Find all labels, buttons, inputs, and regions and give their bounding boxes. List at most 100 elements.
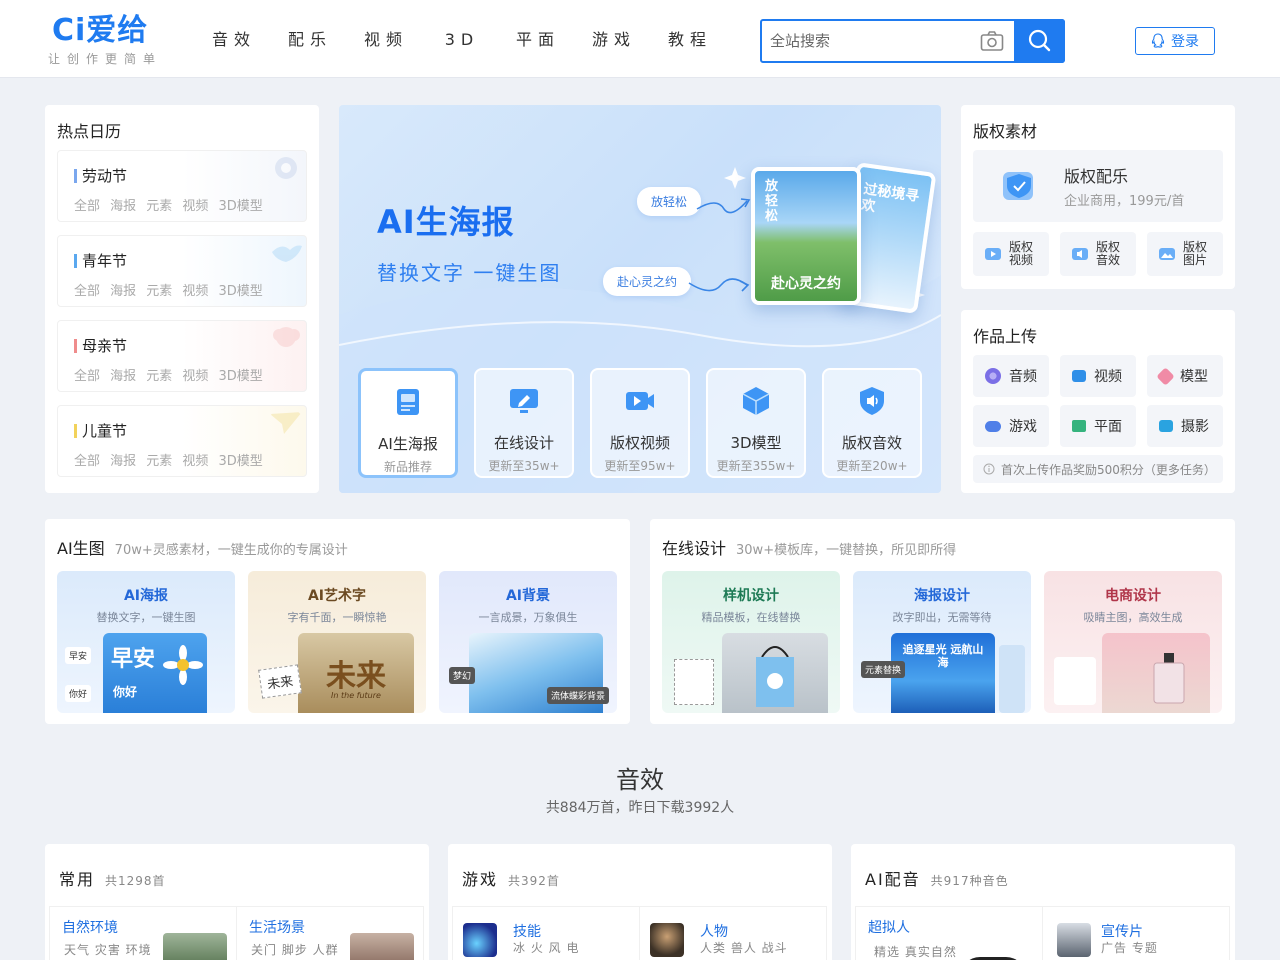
- copyright-music-link[interactable]: 版权配乐 企业商用，199元/首: [973, 150, 1223, 222]
- upload-notice[interactable]: 首次上传作品奖励500积分（更多任务）: [973, 455, 1223, 483]
- gamepad-icon: [985, 420, 1001, 432]
- nav-tutorial[interactable]: 教程: [652, 28, 728, 52]
- upload-model-button[interactable]: 模型: [1147, 355, 1223, 397]
- copyright-video-link[interactable]: 版权 视频: [973, 232, 1049, 276]
- category-hyper-real[interactable]: 超拟人 精选 真实自然: [855, 906, 1043, 960]
- calendar-item-tags[interactable]: 全部 海报 元素 视频 3D模型: [74, 450, 263, 469]
- tote-bag-icon: [756, 646, 794, 707]
- category-character[interactable]: 人物 人类 兽人 战斗: [639, 906, 827, 960]
- tile-image: 早安 你好: [103, 633, 207, 713]
- tile-tag: 你好: [65, 685, 92, 702]
- monitor-pen-icon: [510, 389, 538, 413]
- tile-tag: 流体蝶彩背景: [547, 687, 610, 704]
- poster-front-vertical-text: 放轻松: [765, 179, 779, 224]
- nav-graphic[interactable]: 平面: [500, 28, 576, 52]
- category-life[interactable]: 生活场景 关门 脚步 人群: [236, 906, 424, 960]
- calendar-item-labor-day[interactable]: 劳动节 全部 海报 元素 视频 3D模型: [57, 150, 307, 222]
- camera-icon[interactable]: [980, 30, 1004, 52]
- tile-ai-art-text[interactable]: AI艺术字 字有千面，一瞬惊艳 未来 In the future 未来: [248, 571, 426, 713]
- tile-tag: 早安: [65, 647, 92, 664]
- card-count: 共917种音色: [930, 874, 1009, 888]
- calendar-item-tags[interactable]: 全部 海报 元素 视频 3D模型: [74, 195, 263, 214]
- feature-copyright-video[interactable]: 版权视频 更新至95w+: [590, 368, 690, 478]
- calendar-item-childrens-day[interactable]: 儿童节 全部 海报 元素 视频 3D模型: [57, 405, 307, 477]
- feature-title: 版权音效: [841, 434, 902, 452]
- copyright-image-label: 版权 图片: [1183, 240, 1208, 267]
- tile-title: 电商设计: [1105, 588, 1161, 604]
- upload-audio-button[interactable]: 音频: [973, 355, 1049, 397]
- nav-game[interactable]: 游戏: [576, 28, 652, 52]
- ai-section-desc: 70w+灵感素材，一键生成你的专属设计: [114, 543, 348, 558]
- upload-game-button[interactable]: 游戏: [973, 405, 1049, 447]
- feature-3d-model[interactable]: 3D模型 更新至355w+: [706, 368, 806, 478]
- feature-title: 版权视频: [609, 434, 670, 452]
- search-button[interactable]: [1014, 19, 1065, 63]
- nav-sound[interactable]: 音效: [196, 28, 272, 52]
- tile-image-text: 未来: [326, 659, 386, 694]
- search-box: [760, 19, 1065, 63]
- upload-audio-label: 音频: [1009, 369, 1037, 385]
- hero-banner[interactable]: AI生海报 替换文字 一键生图 放轻松 赴心灵之约 过秘境寻欢 放轻松 赴心灵之…: [339, 105, 941, 493]
- video-icon: [985, 248, 1001, 260]
- feature-title: AI生海报: [378, 435, 438, 453]
- calendar-item-tags[interactable]: 全部 海报 元素 视频 3D模型: [74, 365, 263, 384]
- tile-image: 追逐星光 远航山海: [891, 633, 995, 713]
- search-input[interactable]: [770, 30, 970, 52]
- copyright-sound-link[interactable]: 版权 音效: [1060, 232, 1136, 276]
- tile-sticker: [674, 659, 714, 705]
- tile-image: [1102, 633, 1210, 713]
- ai-poster-icon: [397, 389, 419, 415]
- tile-mockup-design[interactable]: 样机设计 精品模板，在线替换: [662, 571, 840, 713]
- calendar-item-mothers-day[interactable]: 母亲节 全部 海报 元素 视频 3D模型: [57, 320, 307, 392]
- main-nav: 音效 配乐 视频 3D 平面 游戏 教程: [196, 28, 728, 52]
- tile-ai-background[interactable]: AI背景 一言成景，万象俱生 梦幻 流体蝶彩背景: [439, 571, 617, 713]
- feature-ai-poster[interactable]: AI生海报 新品推荐: [358, 368, 458, 478]
- poster-front-bottom-text: 赴心灵之约: [771, 276, 841, 292]
- nav-music[interactable]: 配乐: [272, 28, 348, 52]
- shield-sound-icon: [860, 387, 884, 415]
- category-nature[interactable]: 自然环境 天气 灾害 环境: [49, 906, 237, 960]
- nav-3d[interactable]: 3D: [424, 28, 500, 52]
- perfume-bottle-icon: [1153, 653, 1185, 704]
- site-logo[interactable]: Ci爱给 让创作更简单: [48, 14, 162, 67]
- calendar-item-youth-day[interactable]: 青年节 全部 海报 元素 视频 3D模型: [57, 235, 307, 307]
- tile-ai-poster[interactable]: AI海报 替换文字，一键生图 早安 你好 早安 你好: [57, 571, 235, 713]
- upload-video-label: 视频: [1094, 369, 1122, 385]
- category-thumbnail: [650, 923, 684, 957]
- tile-title: AI背景: [505, 588, 551, 604]
- top-header: Ci爱给 让创作更简单 音效 配乐 视频 3D 平面 游戏 教程 登录: [0, 0, 1280, 78]
- hot-calendar-title: 热点日历: [57, 122, 122, 141]
- feature-copyright-sound[interactable]: 版权音效 更新至20w+: [822, 368, 922, 478]
- upload-photo-button[interactable]: 摄影: [1147, 405, 1223, 447]
- category-thumbnail: [163, 933, 227, 960]
- category-desc: 人类 兽人 战斗: [700, 941, 788, 955]
- category-skill[interactable]: 技能 冰 火 风 电: [452, 906, 640, 960]
- feature-title: 3D模型: [730, 434, 782, 452]
- tile-sub: 一言成景，万象俱生: [478, 611, 578, 624]
- feature-online-design[interactable]: 在线设计 更新至35w+: [474, 368, 574, 478]
- upload-card: 作品上传 音频 视频 模型 游戏 平面 摄影 首次上传作品奖励500积分（更多任…: [961, 310, 1235, 493]
- upload-video-button[interactable]: 视频: [1060, 355, 1136, 397]
- tile-image-text-2: 你好: [113, 685, 138, 699]
- calendar-item-tags[interactable]: 全部 海报 元素 视频 3D模型: [74, 280, 263, 299]
- tile-poster-design[interactable]: 海报设计 改字即出，无需等待 追逐星光 远航山海 元素替换: [853, 571, 1031, 713]
- category-desc: 广告 专题: [1101, 941, 1158, 955]
- tile-image: [722, 633, 828, 713]
- online-design-section: 在线设计 30w+模板库，一键替换，所见即所得 样机设计 精品模板，在线替换 海…: [650, 519, 1235, 724]
- category-thumbnail: [350, 933, 414, 960]
- category-name: 人物: [700, 924, 728, 940]
- card-title[interactable]: AI配音: [865, 866, 921, 890]
- upload-graphic-button[interactable]: 平面: [1060, 405, 1136, 447]
- login-button[interactable]: 登录: [1135, 27, 1215, 55]
- card-title[interactable]: 游戏: [462, 866, 498, 890]
- copyright-image-link[interactable]: 版权 图片: [1147, 232, 1223, 276]
- card-title[interactable]: 常用: [59, 866, 95, 890]
- paper-plane-icon: [270, 412, 302, 434]
- calendar-item-name: 劳动节: [74, 167, 127, 185]
- online-section-title: 在线设计: [662, 539, 727, 558]
- category-promo[interactable]: 宣传片 广告 专题: [1042, 906, 1230, 960]
- tile-ecommerce-design[interactable]: 电商设计 吸睛主图，高效生成: [1044, 571, 1222, 713]
- category-desc: 关门 脚步 人群: [251, 943, 339, 957]
- feature-sub: 新品推荐: [383, 460, 432, 474]
- nav-video[interactable]: 视频: [348, 28, 424, 52]
